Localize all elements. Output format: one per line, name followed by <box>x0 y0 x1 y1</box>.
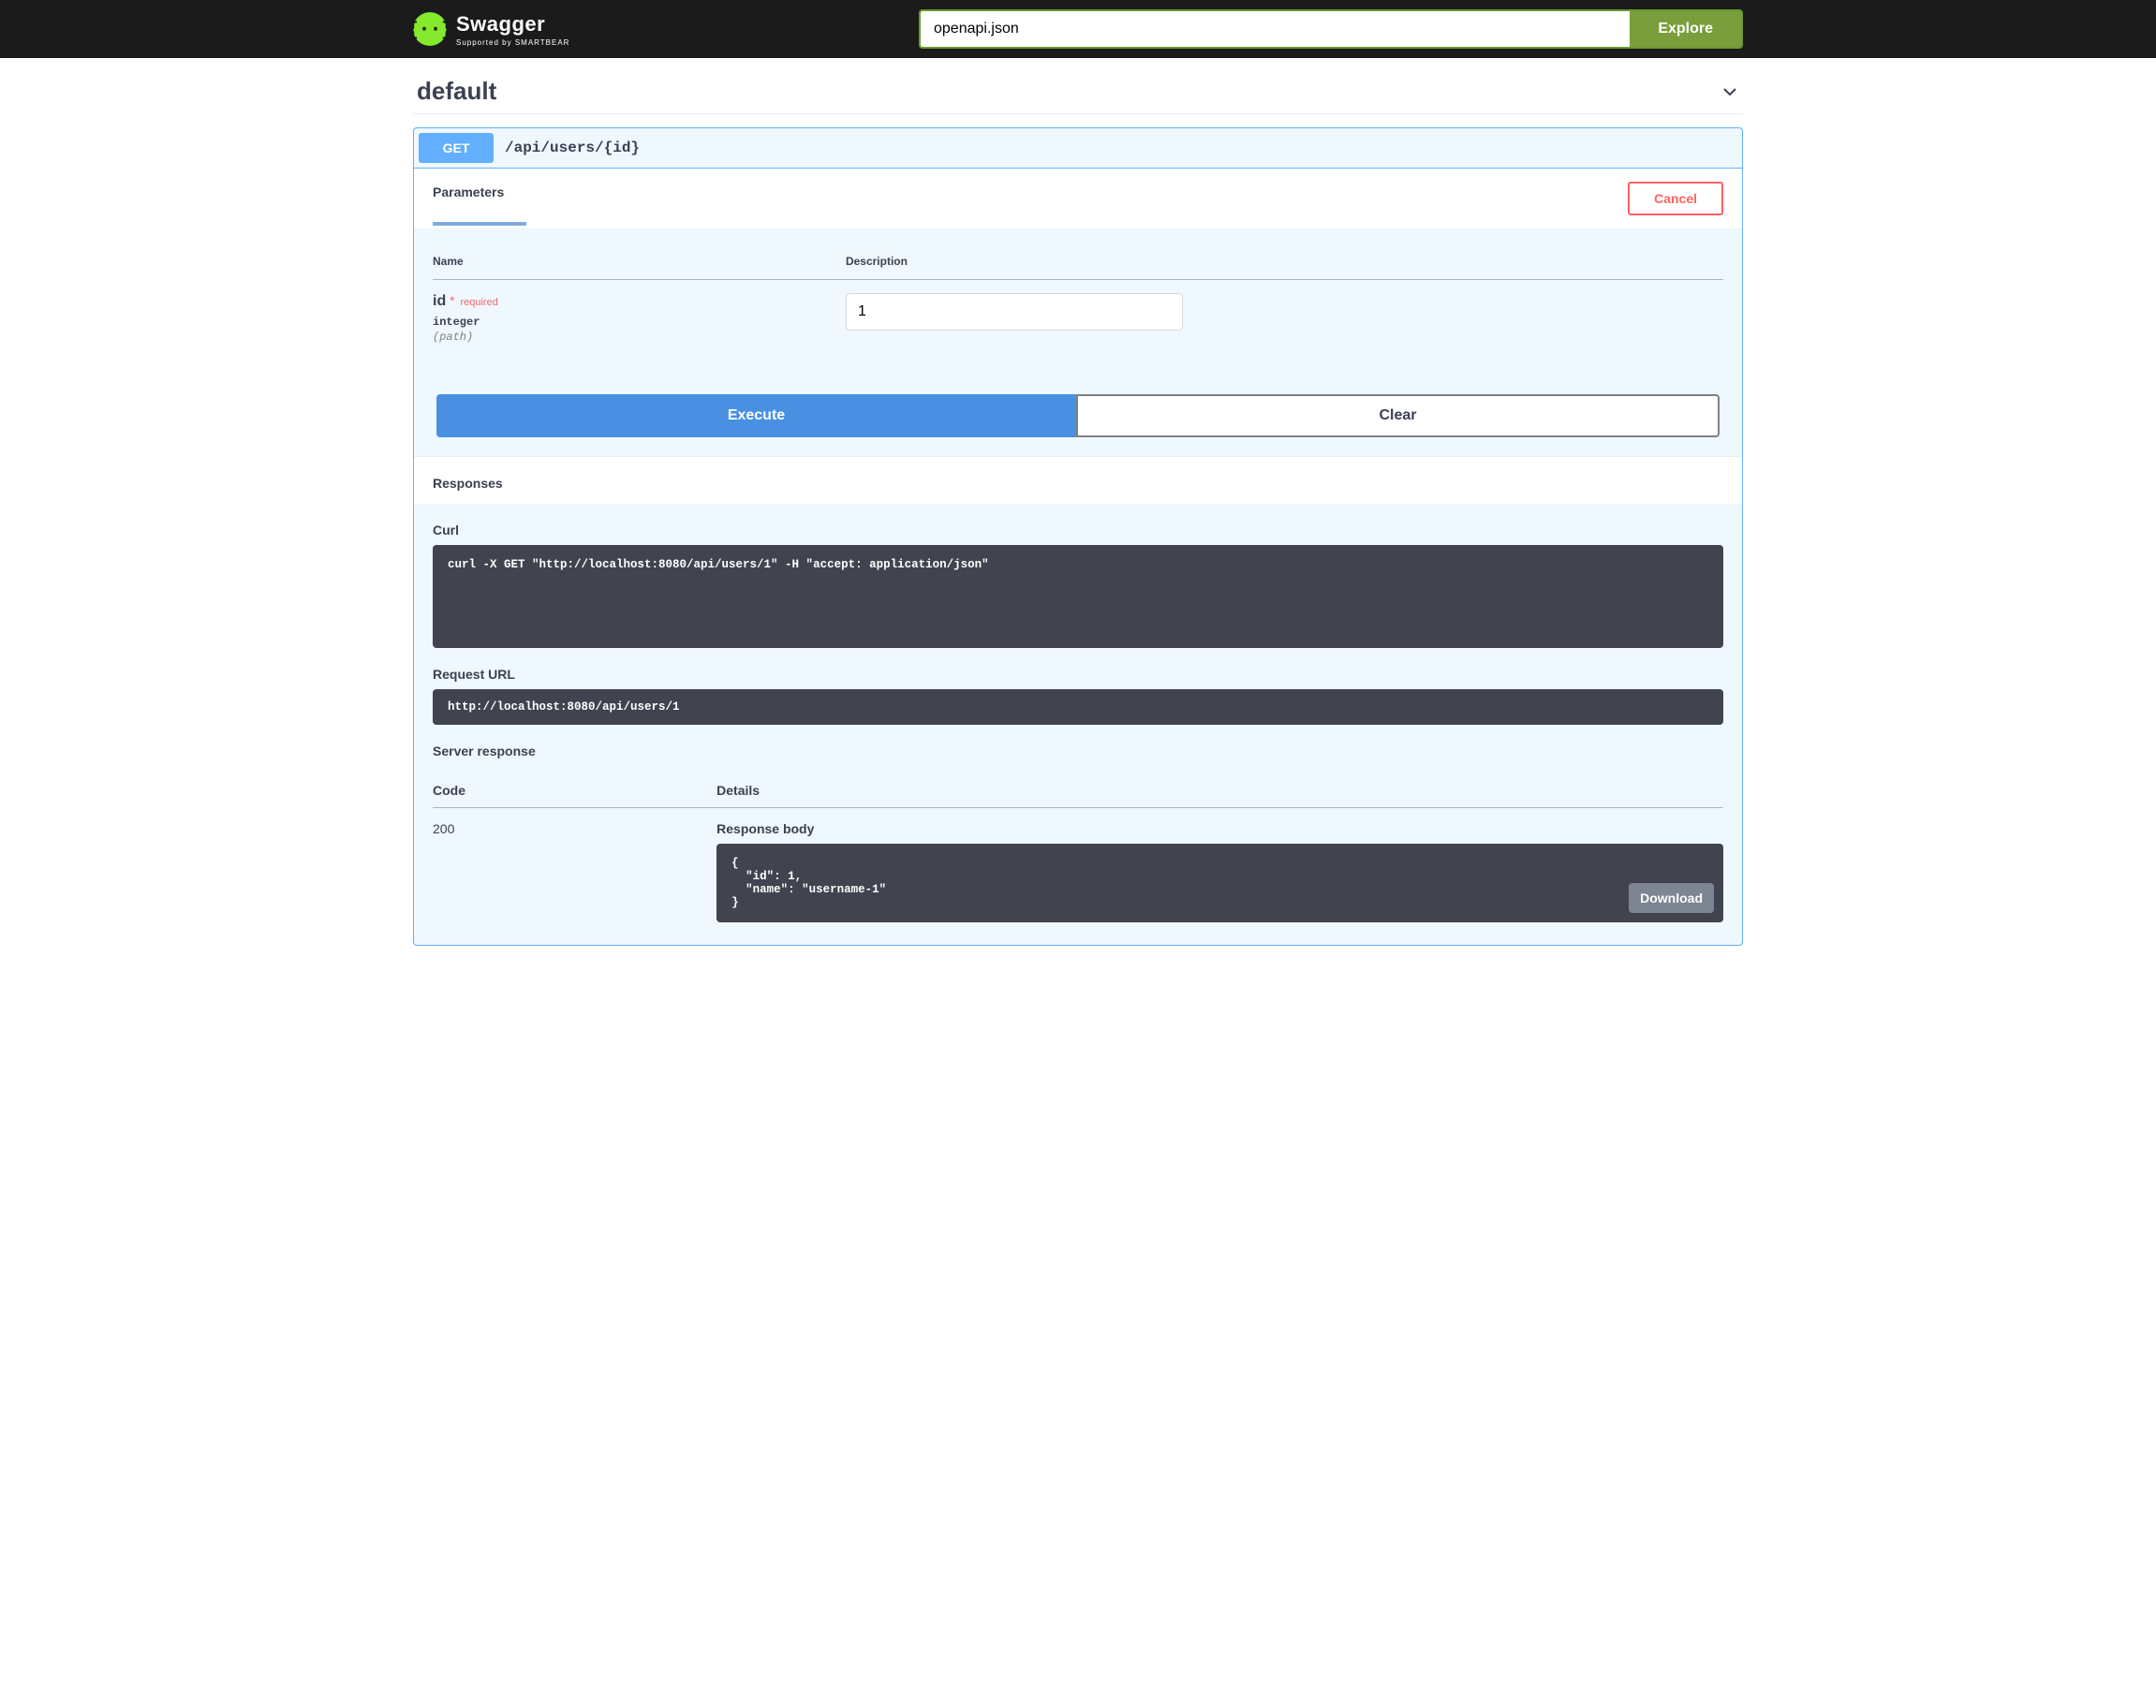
param-name: id <box>433 293 446 309</box>
brand-name: Swagger <box>456 12 545 36</box>
operation-summary[interactable]: GET /api/users/{id} <box>414 128 1742 169</box>
responses-title: Responses <box>433 476 1723 491</box>
clear-button[interactable]: Clear <box>1076 394 1720 437</box>
param-in: (path) <box>433 331 846 344</box>
operation-block: GET /api/users/{id} Parameters Cancel Na… <box>413 127 1743 946</box>
response-code: 200 <box>433 808 716 936</box>
tag-title: default <box>417 77 496 106</box>
responses-header: Responses <box>414 456 1742 504</box>
explore-button[interactable]: Explore <box>1630 11 1741 47</box>
response-body[interactable]: { "id": 1, "name": "username-1" } <box>716 844 1723 922</box>
required-label: required <box>458 297 497 308</box>
parameters-table: Name Description id * required integer <box>433 243 1723 366</box>
col-code-header: Code <box>433 773 716 808</box>
curl-command[interactable]: curl -X GET "http://localhost:8080/api/u… <box>433 545 1723 648</box>
operation-path: /api/users/{id} <box>505 140 640 156</box>
spec-url-form: Explore <box>919 9 1743 49</box>
execute-button[interactable]: Execute <box>436 394 1076 437</box>
curl-label: Curl <box>433 523 1723 537</box>
response-table: Code Details 200 Response body { "id": 1… <box>433 773 1723 935</box>
response-body-label: Response body <box>716 821 1723 836</box>
logo[interactable]: {··} Swagger Supported by SMARTBEAR <box>413 12 569 47</box>
download-button[interactable]: Download <box>1629 883 1714 913</box>
parameters-header: Parameters Cancel <box>414 169 1742 228</box>
required-star: * <box>450 293 454 308</box>
col-desc-header: Description <box>846 243 1723 280</box>
param-type: integer <box>433 316 846 329</box>
col-name-header: Name <box>433 243 846 280</box>
param-value-input[interactable] <box>846 293 1183 331</box>
chevron-down-icon <box>1720 82 1739 101</box>
method-badge: GET <box>419 133 494 163</box>
brand-tagline: Supported by SMARTBEAR <box>456 38 569 47</box>
server-response-label: Server response <box>433 744 1723 758</box>
param-row: id * required integer (path) <box>433 280 1723 367</box>
col-details-header: Details <box>716 773 1723 808</box>
tag-header[interactable]: default <box>413 58 1743 114</box>
spec-url-input[interactable] <box>921 11 1630 47</box>
cancel-button[interactable]: Cancel <box>1628 182 1723 215</box>
swagger-icon: {··} <box>413 12 447 46</box>
request-url[interactable]: http://localhost:8080/api/users/1 <box>433 689 1723 725</box>
parameters-tab[interactable]: Parameters <box>433 184 504 213</box>
response-row: 200 Response body { "id": 1, "name": "us… <box>433 808 1723 936</box>
request-url-label: Request URL <box>433 667 1723 682</box>
topbar: {··} Swagger Supported by SMARTBEAR Expl… <box>0 0 2156 58</box>
